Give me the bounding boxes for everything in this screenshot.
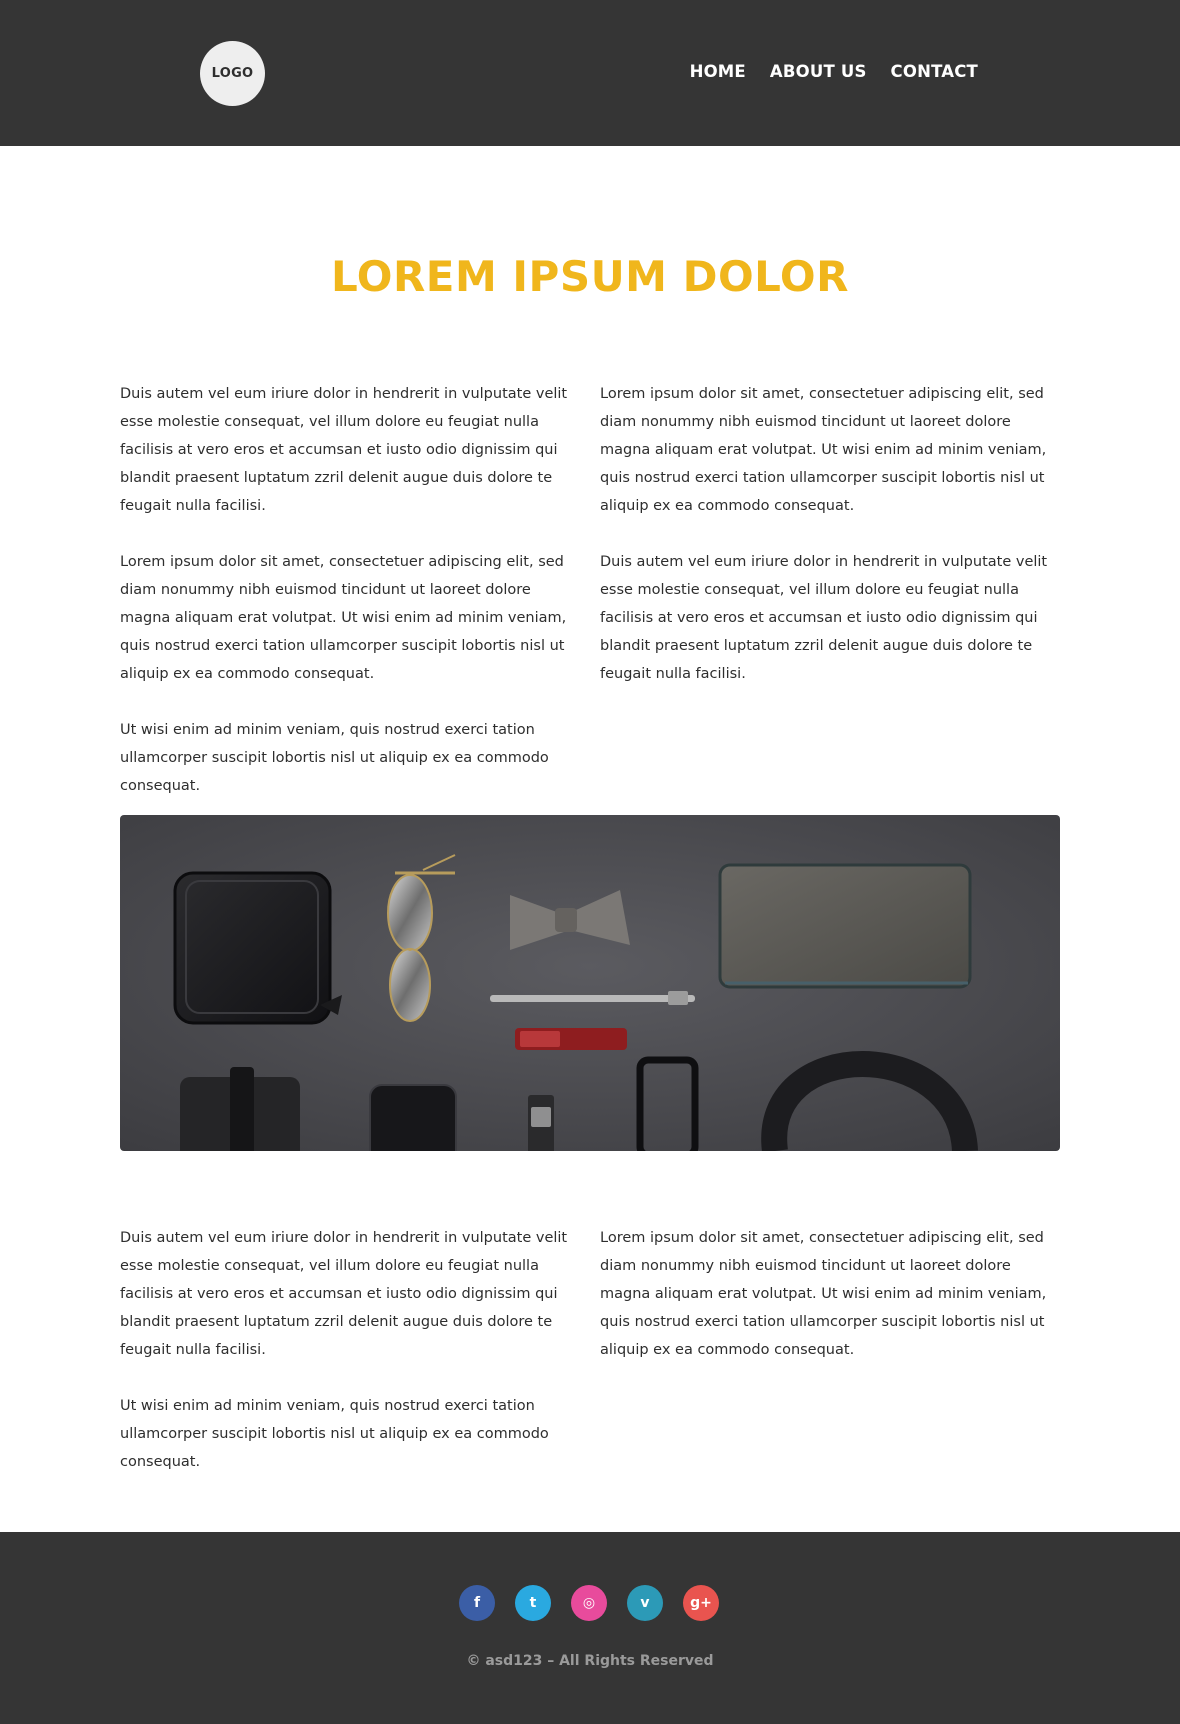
section1-right-column: Lorem ipsum dolor sit amet, consectetuer…	[600, 380, 1050, 716]
paragraph: Lorem ipsum dolor sit amet, consectetuer…	[120, 554, 567, 682]
google-plus-icon[interactable]: g+	[683, 1585, 719, 1621]
site-footer: f t ◎ v g+ © asd123 – All Rights Reserve…	[0, 1532, 1180, 1724]
section2-right-column: Lorem ipsum dolor sit amet, consectetuer…	[600, 1224, 1050, 1392]
paragraph: Lorem ipsum dolor sit amet, consectetuer…	[600, 1230, 1047, 1358]
section2-left-column: Duis autem vel eum iriure dolor in hendr…	[120, 1224, 580, 1504]
dribbble-icon[interactable]: ◎	[571, 1585, 607, 1621]
nav-home[interactable]: HOME	[690, 62, 746, 81]
site-header: LOGO HOME ABOUT US CONTACT	[0, 0, 1180, 146]
page-title: LOREM IPSUM DOLOR	[331, 252, 849, 301]
section1-left-column: Duis autem vel eum iriure dolor in hendr…	[120, 380, 580, 828]
hero-image	[120, 815, 1060, 1151]
nav-about-us[interactable]: ABOUT US	[770, 62, 867, 81]
copyright: © asd123 – All Rights Reserved	[466, 1653, 714, 1669]
social-links: f t ◎ v g+	[459, 1585, 719, 1621]
paragraph: Duis autem vel eum iriure dolor in hendr…	[120, 386, 568, 514]
twitter-icon[interactable]: t	[515, 1585, 551, 1621]
facebook-icon[interactable]: f	[459, 1585, 495, 1621]
nav-contact[interactable]: CONTACT	[891, 62, 978, 81]
paragraph: Ut wisi enim ad minim veniam, quis nostr…	[120, 1398, 549, 1470]
logo[interactable]: LOGO	[200, 41, 265, 106]
paragraph: Ut wisi enim ad minim veniam, quis nostr…	[120, 722, 549, 794]
accessories-photo	[120, 815, 1060, 1151]
paragraph: Lorem ipsum dolor sit amet, consectetuer…	[600, 386, 1047, 514]
paragraph: Duis autem vel eum iriure dolor in hendr…	[120, 1230, 568, 1358]
paragraph: Duis autem vel eum iriure dolor in hendr…	[600, 554, 1048, 682]
vimeo-icon[interactable]: v	[627, 1585, 663, 1621]
main-nav: HOME ABOUT US CONTACT	[690, 62, 978, 81]
